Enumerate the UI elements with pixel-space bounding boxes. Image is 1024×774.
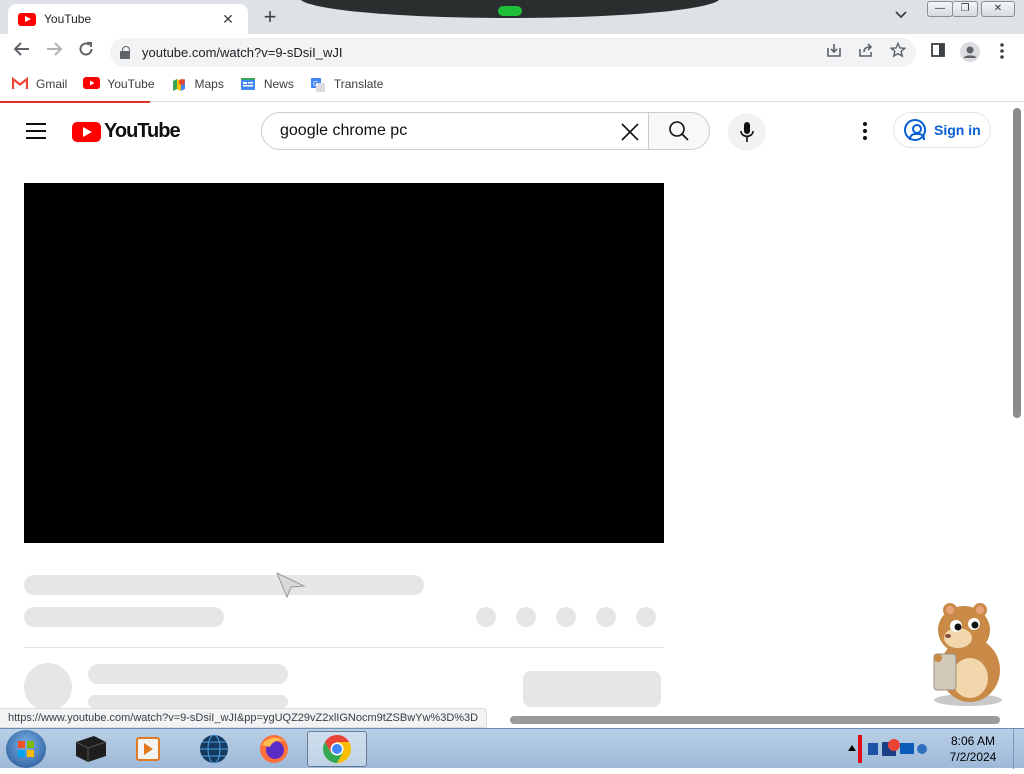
lock-icon	[120, 45, 130, 59]
tab-close-icon[interactable]: ✕	[218, 11, 238, 28]
back-button[interactable]	[9, 39, 35, 65]
youtube-wordmark: YouTube	[104, 120, 181, 142]
youtube-header: YouTube Sign in	[0, 104, 1012, 160]
taskbar-chrome[interactable]	[307, 731, 367, 767]
search-box[interactable]	[261, 112, 649, 150]
news-icon	[240, 77, 256, 91]
taskbar-terminal[interactable]	[62, 731, 118, 767]
minimize-button[interactable]: —	[927, 1, 953, 17]
firefox-icon	[260, 735, 288, 763]
tab-youtube[interactable]: YouTube ✕	[8, 4, 248, 34]
voice-search-button[interactable]	[728, 113, 766, 151]
maps-icon	[171, 77, 187, 91]
side-panel-icon[interactable]	[927, 42, 949, 64]
bookmark-youtube[interactable]: YouTube	[83, 77, 155, 91]
page-load-progress	[0, 101, 150, 103]
tab-title: YouTube	[44, 12, 92, 26]
close-window-button[interactable]: ✕	[981, 1, 1015, 17]
action-skeleton	[596, 607, 616, 627]
channel-avatar-skeleton	[24, 663, 72, 711]
menu-icon[interactable]	[991, 42, 1013, 64]
new-tab-button[interactable]: +	[258, 5, 282, 29]
video-info-skeleton	[24, 607, 224, 627]
youtube-favicon-icon	[18, 12, 36, 26]
bookmark-news[interactable]: News	[240, 77, 294, 91]
taskbar-clock[interactable]: 8:06 AM 7/2/2024	[930, 733, 1016, 765]
webcam-indicator	[498, 6, 522, 16]
action-skeleton	[636, 607, 656, 627]
clock-date: 7/2/2024	[949, 750, 997, 764]
address-url: youtube.com/watch?v=9-sDsiI_wJI	[142, 45, 343, 60]
page-load-track	[0, 101, 1024, 102]
horizontal-scroll-thumb[interactable]	[510, 716, 1000, 724]
clock-time: 8:06 AM	[950, 734, 996, 748]
taskbar-network-globe[interactable]	[186, 731, 242, 767]
account-icon	[904, 119, 926, 141]
taskbar-firefox[interactable]	[246, 731, 302, 767]
browser-toolbar: youtube.com/watch?v=9-sDsiI_wJI	[0, 34, 1024, 70]
chrome-icon	[323, 735, 351, 763]
bookmark-label: Translate	[333, 77, 384, 91]
channel-subs-skeleton	[88, 695, 288, 709]
bookmarks-bar: Gmail YouTube Maps News G Translate	[0, 70, 1024, 98]
microphone-icon	[740, 122, 754, 142]
show-desktop-button[interactable]	[1013, 729, 1024, 769]
video-player[interactable]	[24, 183, 664, 543]
bookmark-label: YouTube	[107, 77, 155, 91]
network-globe-icon	[200, 734, 228, 764]
taskbar-media-player[interactable]	[120, 731, 176, 767]
forward-button[interactable]	[41, 39, 67, 65]
forward-arrow-icon	[47, 42, 63, 56]
share-icon[interactable]	[857, 42, 875, 60]
action-skeleton	[476, 607, 496, 627]
search-icon	[669, 121, 689, 141]
guide-menu-icon[interactable]	[26, 123, 46, 139]
reload-button[interactable]	[73, 39, 99, 65]
action-skeleton	[516, 607, 536, 627]
gmail-icon	[11, 76, 29, 91]
bookmark-label: News	[263, 77, 294, 91]
address-bar[interactable]: youtube.com/watch?v=9-sDsiI_wJI	[110, 38, 916, 67]
install-icon[interactable]	[825, 42, 843, 60]
bookmark-label: Gmail	[36, 77, 68, 91]
settings-menu-icon[interactable]	[858, 120, 872, 144]
maximize-button[interactable]: ❐	[952, 1, 978, 17]
windows-taskbar: 8:06 AM 7/2/2024	[0, 728, 1024, 769]
star-icon[interactable]	[889, 41, 907, 60]
tab-search-chevron-icon[interactable]	[895, 8, 907, 22]
content-divider	[24, 647, 664, 648]
start-button[interactable]	[6, 730, 46, 768]
youtube-play-logo-icon	[72, 121, 101, 142]
sign-in-button[interactable]: Sign in	[893, 112, 991, 148]
search-input[interactable]	[278, 121, 608, 141]
sign-in-label: Sign in	[934, 122, 981, 138]
translate-icon: G	[310, 77, 326, 92]
action-skeleton	[556, 607, 576, 627]
webcam-notch	[300, 0, 720, 18]
bookmark-gmail[interactable]: Gmail	[11, 76, 68, 91]
subscribe-skeleton	[523, 671, 661, 707]
profile-icon[interactable]	[959, 42, 981, 64]
bookmark-label: Maps	[194, 77, 224, 91]
vertical-scroll-thumb[interactable]	[1013, 108, 1021, 418]
video-title-skeleton	[24, 575, 424, 595]
channel-name-skeleton	[88, 664, 288, 684]
link-status-bubble: https://www.youtube.com/watch?v=9-sDsiI_…	[0, 708, 488, 728]
back-arrow-icon	[13, 42, 29, 56]
terminal-icon	[75, 736, 107, 762]
bookmark-translate[interactable]: G Translate	[310, 77, 384, 92]
windows-logo-icon	[18, 741, 34, 757]
media-player-icon	[136, 737, 160, 761]
reload-icon	[79, 42, 93, 56]
bookmark-maps[interactable]: Maps	[171, 77, 224, 91]
tab-strip: YouTube ✕ + — ❐ ✕	[0, 0, 1024, 34]
youtube-logo[interactable]: YouTube	[72, 120, 181, 143]
mouse-pointer-icon	[276, 571, 306, 603]
svg-text:G: G	[313, 81, 318, 88]
youtube-icon	[83, 77, 101, 91]
hamster-mascot-icon	[918, 600, 1010, 708]
search-button[interactable]	[648, 112, 710, 150]
clear-search-icon[interactable]	[618, 120, 642, 144]
system-tray	[848, 729, 928, 769]
